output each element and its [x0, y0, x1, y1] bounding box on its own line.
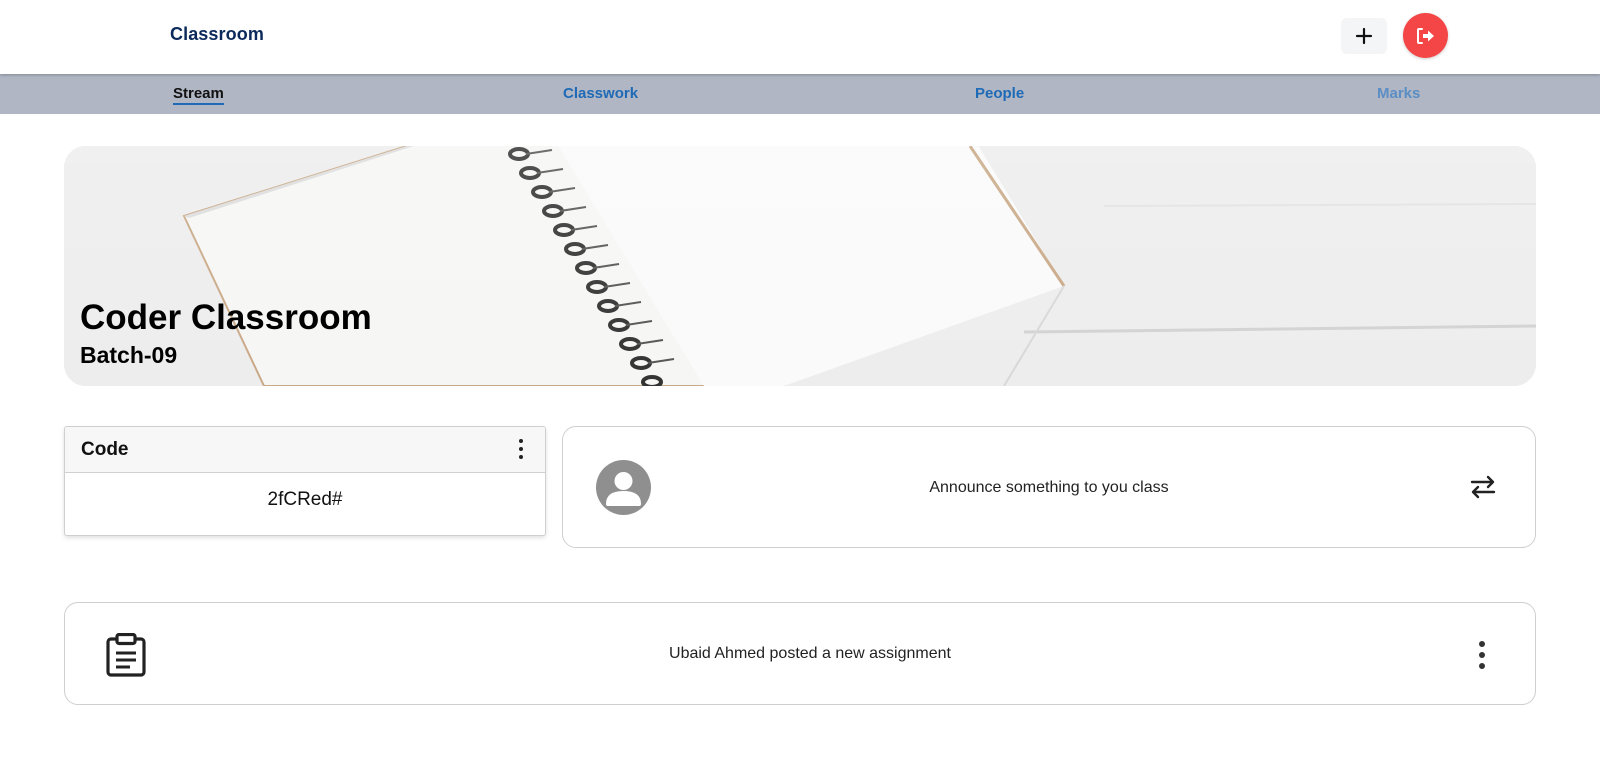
class-subtitle: Batch-09: [80, 342, 178, 368]
class-code-value: 2fCRed#: [267, 489, 343, 510]
announce-prompt: Announce something to you class: [929, 479, 1169, 496]
add-class-button[interactable]: [1341, 18, 1387, 54]
top-app-bar: Classroom: [0, 0, 1600, 74]
tab-classwork[interactable]: Classwork: [563, 85, 638, 102]
tab-stream[interactable]: Stream: [173, 85, 224, 105]
class-banner: Coder Classroom Batch-09: [64, 146, 1536, 386]
class-code-header: Code: [65, 427, 545, 473]
tab-bar: Stream Classwork People Marks: [0, 74, 1600, 114]
tab-marks[interactable]: Marks: [1377, 85, 1420, 102]
announce-box[interactable]: Announce something to you class: [562, 426, 1536, 548]
swap-arrows-icon[interactable]: [1469, 473, 1497, 501]
more-options-icon[interactable]: [1477, 641, 1487, 669]
more-options-icon[interactable]: [515, 437, 527, 461]
stream-item-text: Ubaid Ahmed posted a new assignment: [669, 645, 951, 662]
class-code-card: Code 2fCRed#: [64, 426, 546, 536]
brand-title[interactable]: Classroom: [170, 24, 264, 45]
class-code-label: Code: [81, 439, 129, 460]
plus-icon: [1355, 27, 1373, 45]
logout-button[interactable]: [1403, 13, 1448, 58]
class-title: Coder Classroom: [80, 298, 372, 337]
sign-out-icon: [1416, 27, 1434, 44]
notebook-illustration: [64, 146, 1536, 386]
stream-item[interactable]: Ubaid Ahmed posted a new assignment: [64, 602, 1536, 705]
tab-people[interactable]: People: [975, 85, 1024, 102]
